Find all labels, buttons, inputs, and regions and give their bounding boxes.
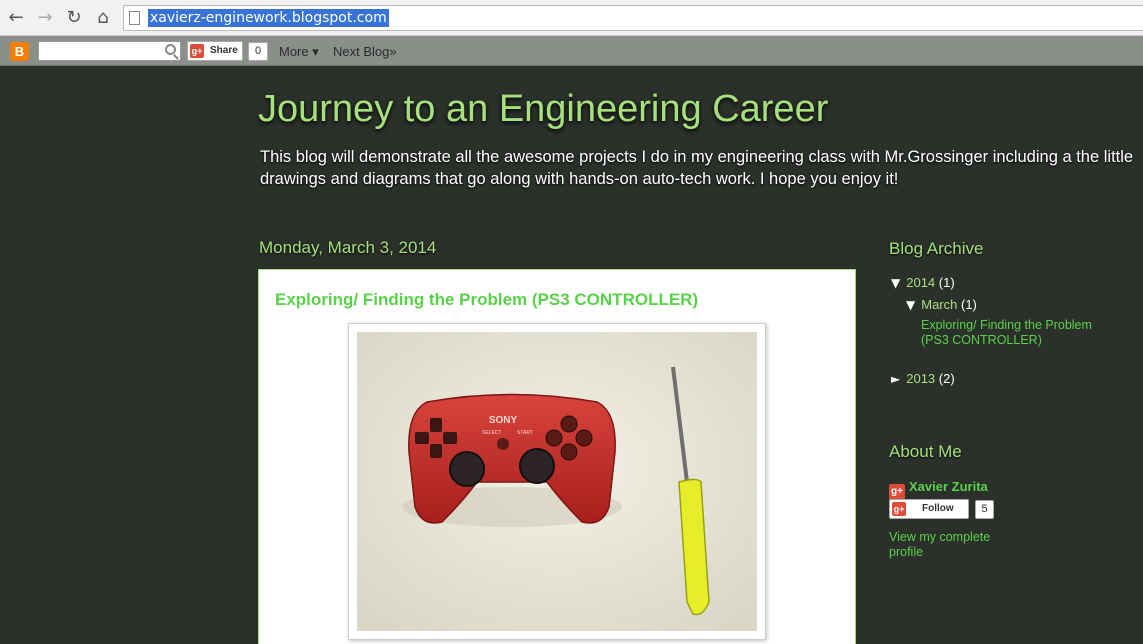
view-profile-link[interactable]: View my complete profile [889,530,1009,560]
collapse-toggle-icon[interactable]: ▼ [906,298,915,312]
google-plus-icon: g+ [889,484,905,500]
blog-title[interactable]: Journey to an Engineering Career [258,88,828,131]
archive-year-2013[interactable]: ► 2013 (2) [891,371,955,386]
post-card: Exploring/ Finding the Problem (PS3 CONT… [258,269,856,644]
share-button[interactable]: g+ Share [187,41,243,61]
about-me-heading: About Me [889,442,962,461]
collapse-toggle-icon[interactable]: ▼ [891,276,900,290]
expand-toggle-icon[interactable]: ► [891,372,900,386]
address-bar[interactable]: xavierz-enginework.blogspot.com [123,5,1143,31]
archive-year-2014[interactable]: ▼ 2014 (1) [891,275,955,290]
profile-name-link[interactable]: g+ Xavier Zurita [889,479,988,500]
follow-label: Follow [922,503,954,514]
start-label: START [517,430,533,436]
ps3-controller-photo[interactable]: SONY SELECT START [357,332,757,631]
archive-month-march[interactable]: ▼ March (1) [906,297,977,312]
search-icon[interactable] [165,44,176,55]
forward-arrow-icon[interactable]: → [33,6,57,30]
url-text[interactable]: xavierz-enginework.blogspot.com [148,9,389,27]
page-icon [129,11,140,25]
archive-count: (2) [938,371,955,386]
share-label: Share [210,45,238,56]
profile-name[interactable]: Xavier Zurita [909,479,988,494]
follow-button[interactable]: g+ Follow [889,499,969,519]
archive-link[interactable]: March [921,297,957,312]
photo-illustration: SONY SELECT START [357,332,757,631]
google-plus-icon: g+ [190,44,204,58]
archive-link[interactable]: 2013 [906,371,935,386]
reload-icon[interactable]: ↻ [62,6,86,30]
blog-description: This blog will demonstrate all the aweso… [260,148,1134,188]
blogger-logo-icon[interactable]: B [10,42,29,61]
post-image-frame[interactable]: SONY SELECT START [348,323,766,640]
home-icon[interactable]: ⌂ [91,6,115,30]
post-title[interactable]: Exploring/ Finding the Problem (PS3 CONT… [275,290,698,310]
google-plus-icon: g+ [892,502,906,516]
sony-logo-text: SONY [489,415,518,426]
archive-post-link[interactable]: Exploring/ Finding the Problem (PS3 CONT… [921,318,1121,348]
post-date: Monday, March 3, 2014 [259,238,437,257]
more-menu[interactable]: More ▾ [279,44,319,60]
blogger-navbar: B g+ Share 0 More ▾ Next Blog» [0,36,1143,66]
blog-archive-heading: Blog Archive [889,239,984,258]
archive-count: (1) [938,275,955,290]
browser-toolbar: ← → ↻ ⌂ xavierz-enginework.blogspot.com [0,0,1143,36]
archive-count: (1) [960,297,977,312]
select-label: SELECT [482,430,501,436]
follow-count: 5 [975,500,994,519]
next-blog-link[interactable]: Next Blog» [333,44,397,59]
archive-link[interactable]: 2014 [906,275,935,290]
blog-search-input[interactable] [38,41,181,61]
back-arrow-icon[interactable]: ← [4,6,28,30]
share-count: 0 [248,42,268,61]
